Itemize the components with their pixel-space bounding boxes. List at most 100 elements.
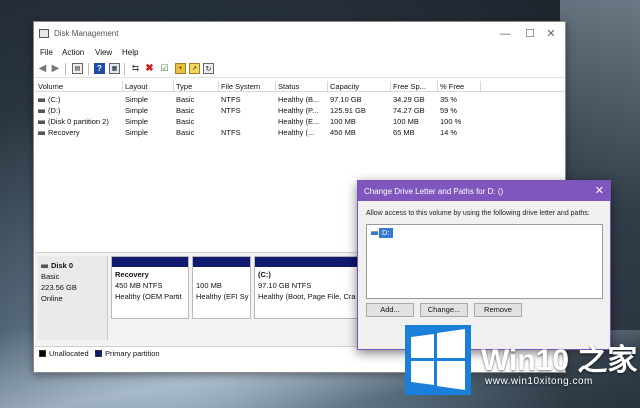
- drive-icon: [38, 109, 45, 114]
- percent-cell: 14 %: [440, 128, 458, 137]
- drive-icon: [38, 98, 45, 103]
- check-icon[interactable]: ☑: [159, 63, 170, 74]
- app-icon: [39, 29, 49, 38]
- delete-icon[interactable]: ✖: [144, 63, 155, 74]
- menu-bar: File Action View Help: [34, 46, 565, 60]
- table-row[interactable]: (C:) Simple Basic NTFS Healthy (B... 97.…: [35, 94, 565, 105]
- disk-0-label[interactable]: Disk 0 Basic 223.56 GB Online: [38, 256, 108, 340]
- volume-name: Recovery: [48, 128, 80, 137]
- toolbar-separator: [65, 63, 66, 75]
- table-row[interactable]: Recovery Simple Basic NTFS Healthy (... …: [35, 127, 565, 138]
- disk-name: Disk 0: [41, 261, 73, 270]
- connect-disk-icon[interactable]: ⇆: [130, 63, 141, 74]
- change-button[interactable]: Change...: [420, 303, 468, 317]
- primary-partition-bar: [112, 257, 188, 267]
- col-volume[interactable]: Volume: [38, 82, 122, 91]
- add-button[interactable]: Add...: [366, 303, 414, 317]
- volume-name: (D:): [48, 106, 61, 115]
- list-item-d[interactable]: D:: [379, 228, 393, 238]
- dialog-instruction: Allow access to this volume by using the…: [366, 210, 590, 217]
- col-divider: [122, 81, 123, 92]
- menu-view[interactable]: View: [95, 48, 112, 57]
- free-cell: 100 MB: [393, 117, 419, 126]
- volume-cell: (D:): [38, 106, 122, 115]
- title-bar[interactable]: Disk Management — ☐ ✕: [34, 22, 565, 46]
- disk-size: 223.56 GB: [41, 283, 77, 292]
- partition-status: Healthy (Boot, Page File, Cra: [258, 292, 356, 301]
- watermark: Win10 之家 www.win10xitong.com: [405, 325, 640, 408]
- col-percent-free[interactable]: % Free: [440, 82, 480, 91]
- layout-cell: Simple: [125, 106, 148, 115]
- remove-button[interactable]: Remove: [474, 303, 522, 317]
- disk-status: Online: [41, 294, 63, 303]
- capacity-cell: 450 MB: [330, 128, 356, 137]
- volume-cell: (C:): [38, 95, 122, 104]
- help-icon[interactable]: ?: [94, 63, 105, 74]
- export-icon[interactable]: ↗: [189, 63, 200, 74]
- dialog-title: Change Drive Letter and Paths for D: (): [364, 187, 504, 196]
- toolbar-separator: [88, 63, 89, 75]
- col-type[interactable]: Type: [176, 82, 218, 91]
- dialog-title-bar[interactable]: Change Drive Letter and Paths for D: () …: [358, 181, 610, 201]
- drive-icon: [38, 120, 45, 125]
- close-button[interactable]: ✕: [539, 26, 563, 42]
- table-row[interactable]: (D:) Simple Basic NTFS Healthy (P... 125…: [35, 105, 565, 116]
- disk-name-text: Disk 0: [51, 261, 74, 270]
- partition-size: 450 MB NTFS: [115, 281, 163, 290]
- unallocated-swatch: [39, 350, 46, 357]
- partition-size: 97.10 GB NTFS: [258, 281, 312, 290]
- layout-cell: Simple: [125, 128, 148, 137]
- toolbar: ◀ ▶ ▤ ? ▦ ⇆ ✖ ☑ + ↗ ↻: [34, 60, 565, 78]
- free-cell: 74.27 GB: [393, 106, 425, 115]
- drive-icon: [38, 131, 45, 136]
- partition-size: 100 MB: [196, 281, 222, 290]
- percent-cell: 100 %: [440, 117, 462, 126]
- menu-action[interactable]: Action: [62, 48, 84, 57]
- menu-file[interactable]: File: [40, 48, 53, 57]
- type-cell: Basic: [176, 117, 195, 126]
- volume-cell: Recovery: [38, 128, 122, 137]
- col-capacity[interactable]: Capacity: [330, 82, 390, 91]
- console-tree-icon[interactable]: ▤: [72, 63, 83, 74]
- table-row[interactable]: (Disk 0 partition 2) Simple Basic Health…: [35, 116, 565, 127]
- layout-cell: Simple: [125, 95, 148, 104]
- partition-efi[interactable]: 100 MB Healthy (EFI Sy: [192, 256, 251, 319]
- status-cell: Healthy (P...: [278, 106, 319, 115]
- capacity-cell: 100 MB: [330, 117, 356, 126]
- status-cell: Healthy (...: [278, 128, 315, 137]
- col-layout[interactable]: Layout: [125, 82, 173, 91]
- fs-cell: NTFS: [221, 95, 241, 104]
- forward-arrow-icon[interactable]: ▶: [50, 63, 61, 74]
- partition-recovery[interactable]: Recovery 450 MB NTFS Healthy (OEM Partit: [111, 256, 189, 319]
- volume-name: (C:): [48, 95, 61, 104]
- primary-swatch: [95, 350, 102, 357]
- col-divider: [275, 81, 276, 92]
- percent-cell: 35 %: [440, 95, 458, 104]
- col-status[interactable]: Status: [278, 82, 326, 91]
- disk-icon: [41, 264, 48, 269]
- type-cell: Basic: [176, 128, 195, 137]
- volume-cell: (Disk 0 partition 2): [38, 117, 122, 126]
- col-file-system[interactable]: File System: [221, 82, 276, 91]
- refresh-icon[interactable]: ↻: [203, 63, 214, 74]
- drive-letter-list[interactable]: D:: [366, 224, 603, 299]
- drive-icon-shape: [371, 231, 378, 236]
- free-cell: 65 MB: [393, 128, 415, 137]
- toolbar-separator: [124, 63, 125, 75]
- back-arrow-icon[interactable]: ◀: [37, 63, 48, 74]
- primary-partition-bar: [193, 257, 250, 267]
- watermark-url: www.win10xitong.com: [485, 376, 593, 387]
- partition-status: Healthy (EFI Sy: [196, 292, 249, 301]
- minimize-button[interactable]: —: [493, 26, 517, 42]
- menu-help[interactable]: Help: [122, 48, 138, 57]
- type-cell: Basic: [176, 95, 195, 104]
- partition-name: Recovery: [115, 270, 149, 279]
- new-folder-icon[interactable]: +: [175, 63, 186, 74]
- dialog-close-icon[interactable]: ✕: [595, 184, 604, 197]
- watermark-brand: Win10 之家: [481, 344, 638, 377]
- volume-table-header: Volume Layout Type File System Status Ca…: [35, 81, 565, 92]
- col-free-space[interactable]: Free Sp...: [393, 82, 437, 91]
- legend-unallocated: Unallocated: [49, 349, 89, 358]
- capacity-cell: 97.10 GB: [330, 95, 362, 104]
- properties-icon[interactable]: ▦: [109, 63, 120, 74]
